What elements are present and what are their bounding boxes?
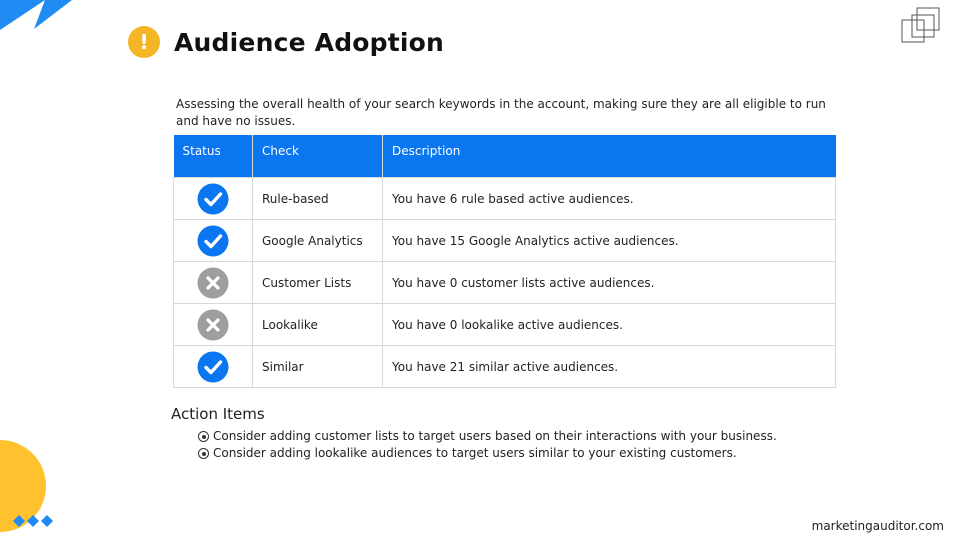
check-cell: Rule-based (252, 177, 383, 220)
status-cell (173, 303, 253, 346)
status-cell (173, 219, 253, 262)
page-description: Assessing the overall health of your sea… (176, 97, 826, 128)
status-cell (173, 345, 253, 388)
table-row: Similar You have 21 similar active audie… (173, 345, 836, 388)
description-cell: You have 21 similar active audiences. (382, 345, 836, 388)
table-header-row: Status Check Description (173, 135, 836, 178)
table-row: Rule-based You have 6 rule based active … (173, 177, 836, 220)
table-row: Customer Lists You have 0 customer lists… (173, 261, 836, 304)
action-items-heading: Action Items (171, 405, 265, 423)
check-cell: Customer Lists (252, 261, 383, 304)
check-cell: Google Analytics (252, 219, 383, 262)
description-cell: You have 0 customer lists active audienc… (382, 261, 836, 304)
header-check: Check (252, 135, 383, 178)
radio-bullet-icon (198, 448, 209, 459)
header-description: Description (382, 135, 836, 178)
header-status: Status (173, 135, 253, 178)
check-circle-icon (174, 183, 252, 215)
diamond-decoration (13, 515, 53, 527)
check-circle-icon (174, 225, 252, 257)
footer-brand: marketingauditor.com (811, 519, 944, 533)
x-circle-icon (174, 309, 252, 341)
check-cell: Similar (252, 345, 383, 388)
list-item: Consider adding lookalike audiences to t… (198, 445, 777, 462)
action-item-text: Consider adding customer lists to target… (213, 429, 777, 443)
list-item: Consider adding customer lists to target… (198, 428, 777, 445)
check-circle-icon (174, 351, 252, 383)
radio-bullet-icon (198, 431, 209, 442)
description-cell: You have 15 Google Analytics active audi… (382, 219, 836, 262)
description-cell: You have 6 rule based active audiences. (382, 177, 836, 220)
action-items-list: Consider adding customer lists to target… (198, 428, 777, 462)
status-cell (173, 261, 253, 304)
status-cell (173, 177, 253, 220)
table-row: Lookalike You have 0 lookalike active au… (173, 303, 836, 346)
x-circle-icon (174, 267, 252, 299)
title-row: ! Audience Adoption (128, 26, 444, 58)
corner-decoration-top-right (901, 7, 940, 43)
table-row: Google Analytics You have 15 Google Anal… (173, 219, 836, 262)
page-title: Audience Adoption (174, 27, 445, 57)
exclamation-icon: ! (128, 26, 160, 58)
check-cell: Lookalike (252, 303, 383, 346)
audience-checks-table: Status Check Description Rule-based You … (173, 135, 836, 388)
description-cell: You have 0 lookalike active audiences. (382, 303, 836, 346)
corner-decoration-top-left (0, 0, 72, 30)
action-item-text: Consider adding lookalike audiences to t… (213, 446, 737, 460)
